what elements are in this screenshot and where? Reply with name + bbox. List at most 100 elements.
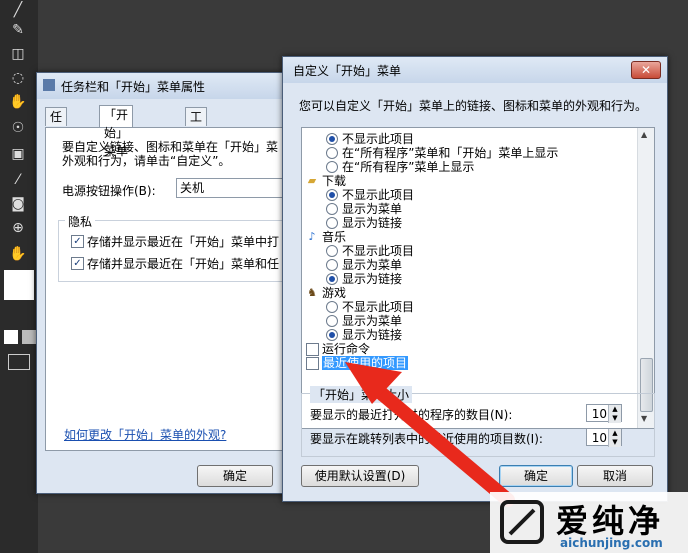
recent-programs-value: 10 [591,407,607,421]
privacy-label-2: 存储并显示最近在「开始」菜单和任 [87,257,280,271]
list-option[interactable]: 不显示此项目 [326,300,646,314]
recent-programs-label: 要显示的最近打开过的程序的数目(N): [310,408,513,422]
jumplist-items-label: 要显示在跳转列表中的最近使用的项目数(I): [310,432,543,446]
folder-icon: ▰ [307,174,317,187]
radio-button[interactable] [326,203,338,215]
list-item-label: 下载 [322,174,347,188]
list-item-label: 不显示此项目 [342,132,415,146]
list-option[interactable]: 显示为菜单 [326,202,646,216]
start-menu-items-list: 不显示此项目 在“所有程序”菜单和「开始」菜单上显示 在“所有程序”菜单上显示 ▰ 下载… [301,127,655,429]
checkbox[interactable] [306,357,319,370]
spot-tool-icon[interactable]: ☉ [6,118,30,138]
list-item-label: 在“所有程序”菜单上显示 [342,160,475,174]
radio-button[interactable] [326,147,338,159]
eraser-tool-icon[interactable]: ◫ [6,44,30,64]
close-icon[interactable]: ✕ [631,61,661,79]
list-option[interactable]: 显示为链接 [326,328,646,342]
list-option[interactable]: 不显示此项目 [326,132,646,146]
tools-panel: ╱ ✎ ◫ ◌ ✋ ☉ ▣ ⁄ ◙ ⊕ ✋ [0,0,38,553]
right-ok-button[interactable]: 确定 [499,465,573,487]
spinner-arrows-icon[interactable]: ▲ ▼ [608,405,621,423]
list-option[interactable]: 运行命令 [306,342,626,356]
list-scrollbar[interactable]: ▲ ▼ [637,128,654,428]
list-item-label: 显示为链接 [342,216,403,230]
list-item-label: 显示为链接 [342,328,403,342]
checkbox[interactable] [306,343,319,356]
radio-button[interactable] [326,301,338,313]
list-option[interactable]: 显示为菜单 [326,258,646,272]
music-icon: ♪ [308,230,316,243]
blur-tool-icon[interactable]: ✋ [6,92,30,112]
radio-button[interactable] [326,189,338,201]
window-title: 自定义「开始」菜单 [293,64,402,78]
eyedropper-tool-icon[interactable]: ⁄ [6,170,30,190]
radio-button[interactable] [326,273,338,285]
watermark-url: aichunjing.com [560,536,663,550]
radio-button[interactable] [326,245,338,257]
tab-start-menu[interactable]: 「开始」菜单 [99,105,134,158]
title-bar: 自定义「开始」菜单 ✕ [283,57,667,83]
use-default-settings-button[interactable]: 使用默认设置(D) [301,465,419,487]
list-option[interactable]: 在“所有程序”菜单和「开始」菜单上显示 [326,146,646,160]
radio-button[interactable] [326,329,338,341]
list-option[interactable]: 不显示此项目 [326,244,646,258]
list-option[interactable]: 显示为链接 [326,272,646,286]
cancel-button[interactable]: 取消 [577,465,653,487]
game-icon: ♞ [307,286,317,299]
list-option[interactable]: 显示为链接 [326,216,646,230]
quick-mask-icon[interactable] [22,330,36,344]
jumplist-items-spinner[interactable]: 10 ▲ ▼ [586,428,622,447]
taskbar-properties-window: 任务栏和「开始」菜单属性 任务栏 「开始」菜单 工具栏 要自定义链接、图标和菜单… [36,72,288,494]
pencil-tool-icon[interactable]: ╱ [6,0,30,20]
list-option[interactable]: 显示为菜单 [326,314,646,328]
power-button-select[interactable]: 关机 [176,178,285,198]
list-item-label: 显示为菜单 [342,258,403,272]
radio-button[interactable] [326,133,338,145]
privacy-checkbox-2[interactable]: ✓ [71,257,84,270]
foreground-color-swatch[interactable] [4,270,34,300]
radio-button[interactable] [326,259,338,271]
list-item-label: 显示为菜单 [342,202,403,216]
tab-toolbars[interactable]: 工具栏 [185,107,208,160]
crop-tool-icon[interactable]: ▣ [6,144,30,164]
menu-size-group-label: 「开始」菜单大小 [310,386,413,403]
list-category: ♪ 音乐 [306,230,626,244]
privacy-checkbox-1[interactable]: ✓ [71,235,84,248]
scroll-up-icon[interactable]: ▲ [641,130,647,139]
zoom-tool-icon[interactable]: ⊕ [6,218,30,238]
list-option[interactable]: 不显示此项目 [326,188,646,202]
brush-tool-icon[interactable]: ✎ [6,20,30,40]
privacy-label-1: 存储并显示最近在「开始」菜单中打 [87,235,280,249]
watermark: 爱纯净 aichunjing.com [490,492,688,553]
jumplist-items-value: 10 [591,431,607,445]
power-button-label: 电源按钮操作(B): [62,184,156,198]
list-category: ▰ 下载 [306,174,626,188]
list-item-label: 不显示此项目 [342,300,415,314]
list-item-label: 显示为菜单 [342,314,403,328]
customize-start-menu-window: 自定义「开始」菜单 ✕ 您可以自定义「开始」菜单上的链接、图标和菜单的外观和行为… [282,56,668,502]
start-menu-appearance-link[interactable]: 如何更改「开始」菜单的外观? [64,426,226,443]
tab-taskbar[interactable]: 任务栏 [45,107,68,160]
list-option[interactable]: 最近使用的项目 [306,356,626,370]
recent-programs-spinner[interactable]: 10 ▲ ▼ [586,404,622,423]
list-item-label: 在“所有程序”菜单和「开始」菜单上显示 [342,146,559,160]
radio-button[interactable] [326,217,338,229]
privacy-group-label: 隐私 [65,213,96,230]
watermark-logo-icon [500,500,544,544]
lasso-tool-icon[interactable]: ◌ [6,68,30,88]
standard-mode-icon[interactable] [4,330,18,344]
start-menu-tab-panel: 要自定义链接、图标和菜单在「开始」菜 外观和行为，请单击“自定义”。 电源按钮操… [45,127,285,451]
list-category: ♞ 游戏 [306,286,626,300]
radio-button[interactable] [326,315,338,327]
list-item-label: 最近使用的项目 [322,356,409,370]
screen-mode-icon[interactable] [8,354,30,370]
spinner-arrows-icon[interactable]: ▲ ▼ [608,429,621,447]
radio-button[interactable] [326,161,338,173]
list-option[interactable]: 在“所有程序”菜单上显示 [326,160,646,174]
camera-tool-icon[interactable]: ◙ [6,194,30,214]
privacy-group: 隐私 ✓ 存储并显示最近在「开始」菜单中打 ✓ 存储并显示最近在「开始」菜单和任 [58,213,284,282]
left-ok-button[interactable]: 确定 [197,465,273,487]
list-item-label: 显示为链接 [342,272,403,286]
hand-tool-icon[interactable]: ✋ [6,244,30,264]
intro-text: 您可以自定义「开始」菜单上的链接、图标和菜单的外观和行为。 [299,99,648,113]
